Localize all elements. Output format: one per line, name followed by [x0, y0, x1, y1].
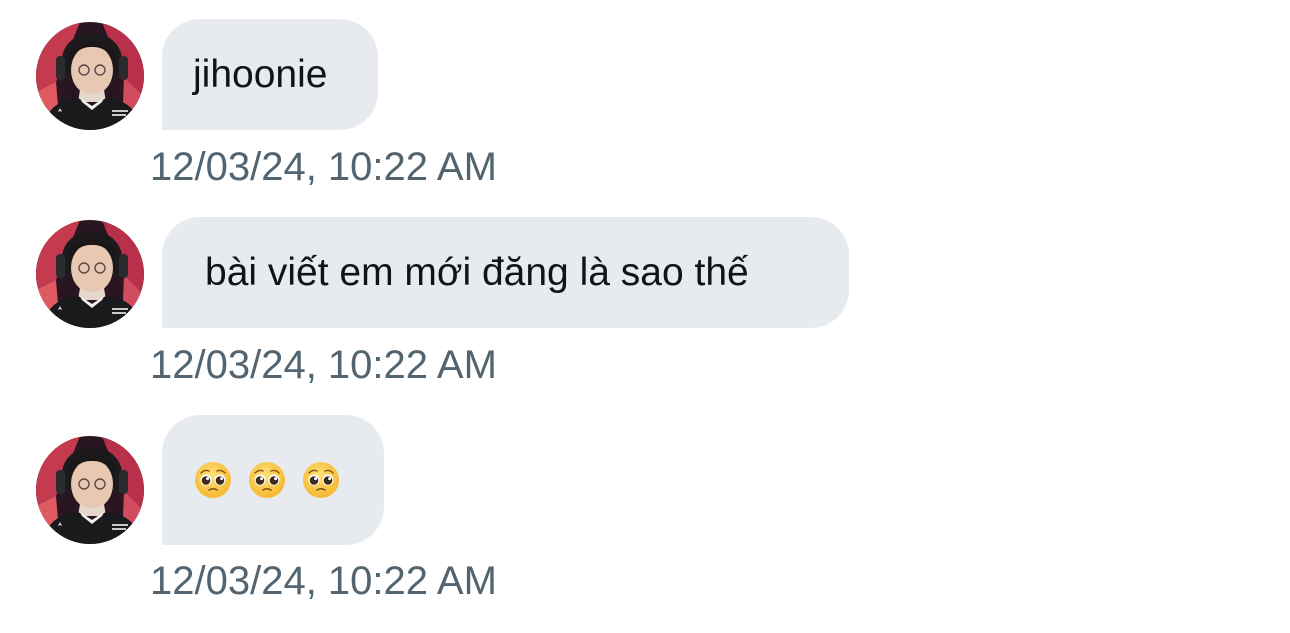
avatar-image — [36, 220, 144, 328]
avatar-image — [36, 22, 144, 130]
message-timestamp: 12/03/24, 10:22 AM — [150, 559, 497, 603]
pleading-face-icon — [247, 460, 287, 500]
pleading-face-icon — [193, 460, 233, 500]
avatar-image — [36, 436, 144, 544]
avatar[interactable] — [36, 220, 144, 328]
emoji-row — [193, 460, 341, 500]
message-text: bài viết em mới đăng là sao thế — [205, 251, 749, 294]
message-bubble[interactable] — [162, 415, 384, 545]
avatar[interactable] — [36, 22, 144, 130]
message-text: jihoonie — [193, 53, 328, 96]
avatar[interactable] — [36, 436, 144, 544]
pleading-face-icon — [301, 460, 341, 500]
message-timestamp: 12/03/24, 10:22 AM — [150, 343, 497, 387]
message-timestamp: 12/03/24, 10:22 AM — [150, 145, 497, 189]
message-bubble[interactable]: bài viết em mới đăng là sao thế — [162, 217, 849, 328]
message-bubble[interactable]: jihoonie — [162, 19, 378, 130]
